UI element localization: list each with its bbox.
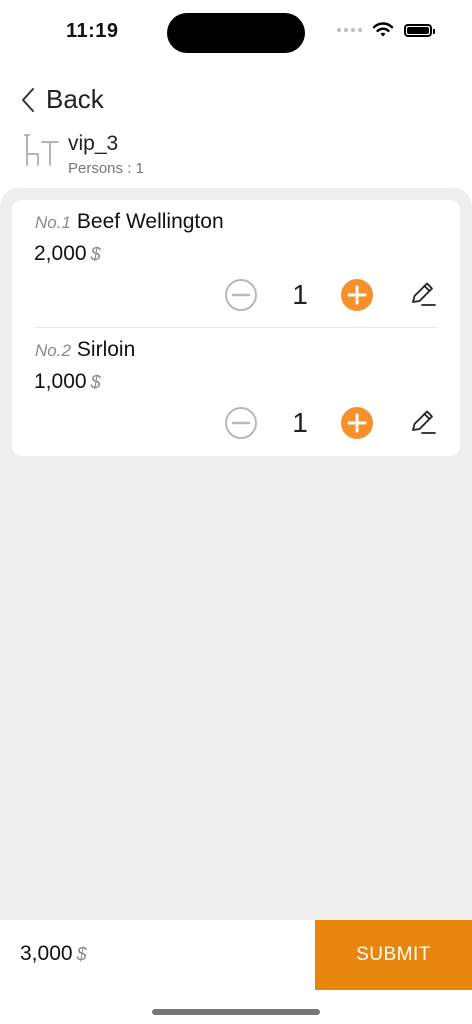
status-time: 11:19 [66, 20, 119, 42]
item-title: No.1 Beef Wellington [35, 210, 224, 234]
currency-symbol: $ [90, 372, 101, 392]
item-name: Sirloin [76, 338, 136, 361]
bottom-bar: 3,000 $ SUBMIT [0, 920, 472, 990]
back-button[interactable]: Back [20, 84, 104, 115]
home-indicator [152, 1009, 320, 1015]
item-title: No.2 Sirloin [35, 338, 135, 362]
currency-symbol: $ [76, 944, 87, 964]
status-bar: 11:19 [0, 0, 472, 64]
item-price-value: 2,000 [34, 242, 87, 265]
item-number: No.1 [35, 213, 71, 232]
minus-circle-icon[interactable] [224, 406, 258, 440]
edit-pencil-icon[interactable] [408, 280, 438, 310]
submit-button[interactable]: SUBMIT [315, 920, 472, 990]
quantity-value: 1 [292, 279, 308, 310]
chair-table-icon [24, 134, 59, 166]
edit-pencil-icon[interactable] [408, 408, 438, 438]
order-list: No.1 Beef Wellington 2,000 $ 1 No.2 Sirl… [12, 200, 460, 456]
order-total: 3,000 $ [20, 942, 87, 966]
plus-circle-icon[interactable] [340, 278, 374, 312]
battery-icon [404, 23, 435, 37]
total-value: 3,000 [20, 942, 73, 965]
back-chevron-icon [22, 87, 34, 112]
persons-count: Persons : 1 [68, 160, 144, 177]
signal-icon [337, 28, 362, 32]
plus-circle-icon[interactable] [340, 406, 374, 440]
item-price: 1,000 $ [34, 370, 101, 394]
table-info: vip_3 Persons : 1 [22, 132, 144, 177]
order-item: No.1 Beef Wellington 2,000 $ 1 [12, 200, 460, 328]
wifi-icon [372, 22, 394, 37]
back-label: Back [46, 84, 104, 114]
quantity-controls: 1 [224, 406, 440, 440]
order-item: No.2 Sirloin 1,000 $ 1 [12, 328, 460, 456]
minus-circle-icon[interactable] [224, 278, 258, 312]
table-name: vip_3 [68, 132, 119, 155]
status-icons [337, 22, 435, 38]
quantity-value: 1 [292, 407, 308, 438]
dynamic-island [167, 13, 305, 53]
item-number: No.2 [35, 341, 71, 360]
item-price: 2,000 $ [34, 242, 101, 266]
item-price-value: 1,000 [34, 370, 87, 393]
item-name: Beef Wellington [76, 210, 224, 233]
currency-symbol: $ [90, 244, 101, 264]
quantity-controls: 1 [224, 278, 440, 312]
